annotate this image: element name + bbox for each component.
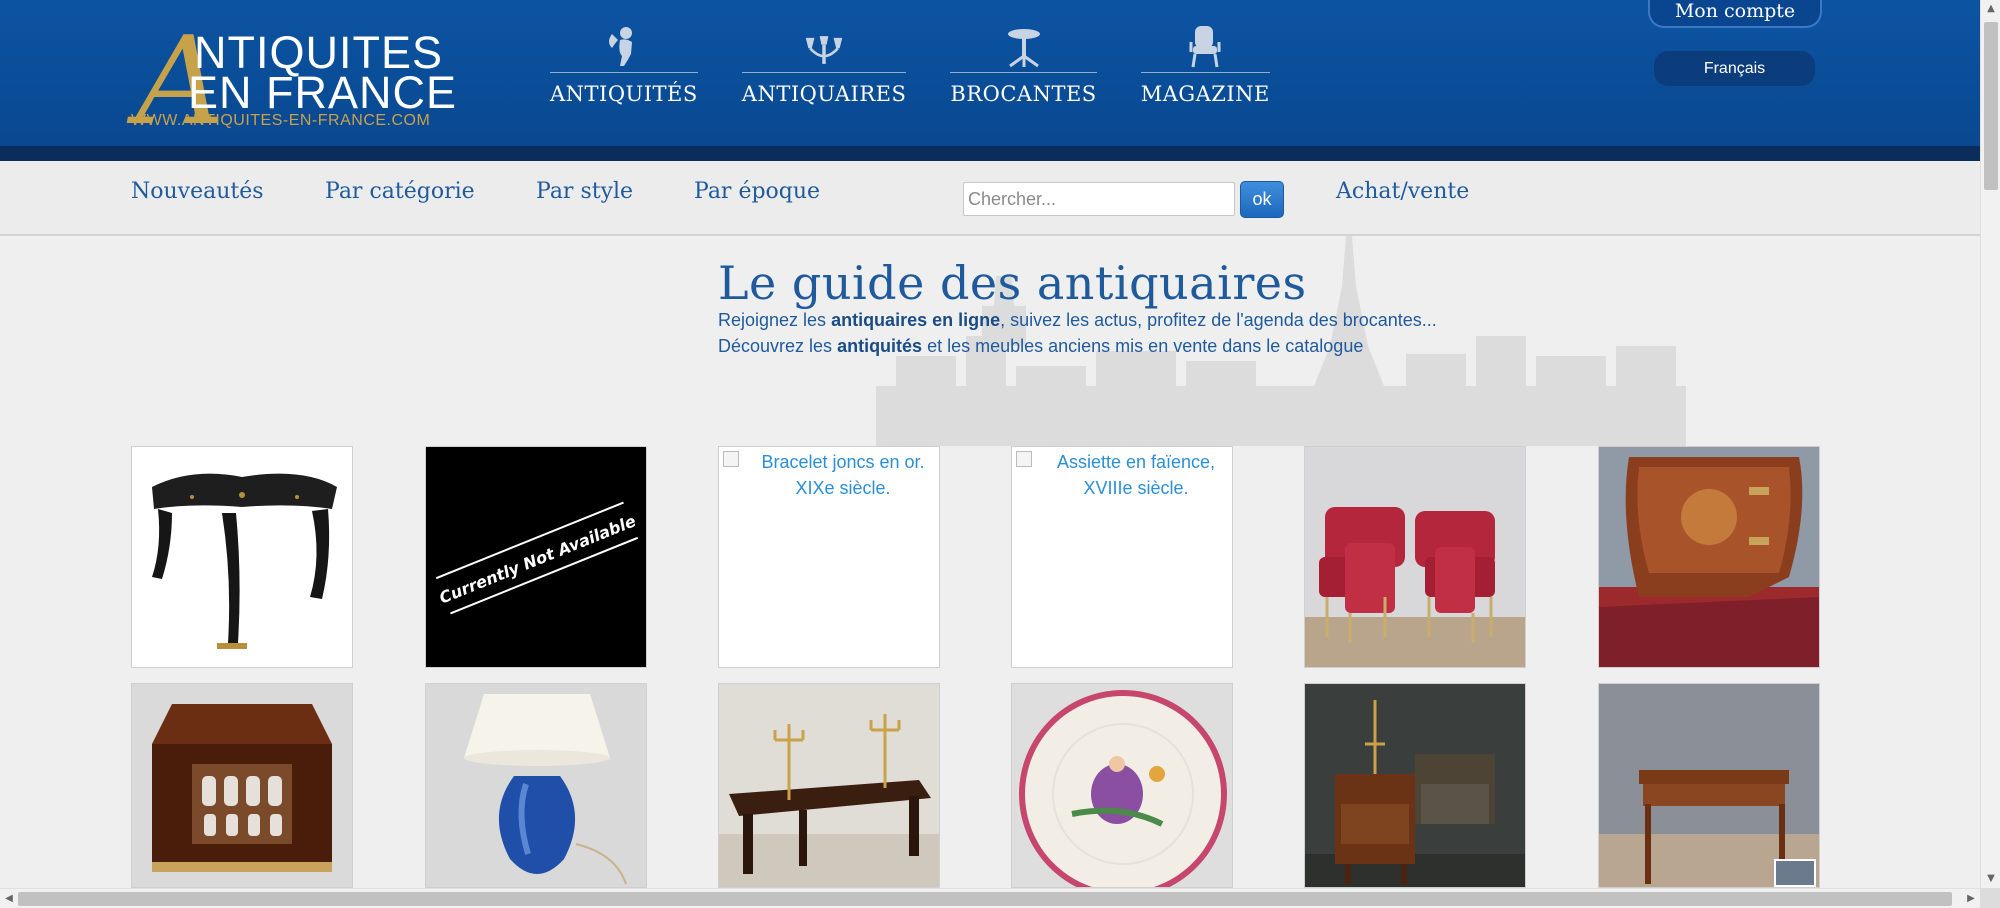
horizontal-scrollbar[interactable]: ◀ ▶ (0, 888, 1980, 908)
catalog-item[interactable] (1598, 683, 1820, 888)
image-alt-text: Bracelet joncs en or. XIXe siècle. (761, 452, 925, 498)
search-button[interactable]: ok (1240, 181, 1284, 218)
language-label: Français (1703, 59, 1766, 77)
marquetry-commode-image (1599, 447, 1819, 667)
subnav-par-style[interactable]: Par style (536, 179, 633, 204)
catalog-item[interactable] (1304, 446, 1526, 668)
scroll-left-icon[interactable]: ◀ (0, 889, 18, 908)
nav-antiquites-label: ANTIQUITÉS (550, 82, 698, 106)
hero-intro-line-2: Découvrez les antiquités et les meubles … (718, 336, 1363, 357)
catalog-item[interactable] (425, 683, 647, 888)
catalog-item[interactable]: Assiette en faïence, XVIIIe siècle. (1011, 446, 1233, 668)
nav-magazine[interactable]: MAGAZINE (1140, 22, 1270, 112)
liquor-cabinet-image (132, 684, 352, 887)
subnav-par-categorie[interactable]: Par catégorie (325, 179, 475, 204)
scroll-right-icon[interactable]: ▶ (1962, 889, 1980, 908)
armchair-icon (1185, 22, 1225, 68)
account-button[interactable]: Mon compte (1648, 0, 1822, 28)
faience-plate-image (1012, 684, 1232, 887)
nav-rule (550, 72, 698, 73)
nav-rule (741, 72, 907, 73)
mahogany-game-table-image (1599, 684, 1819, 887)
vertical-scroll-thumb[interactable] (1984, 22, 1998, 190)
horizontal-scroll-thumb[interactable] (18, 892, 1952, 906)
catalog-item[interactable] (1304, 683, 1526, 888)
blue-lamp-image (426, 684, 646, 887)
nav-brocantes-label: BROCANTES (950, 82, 1097, 106)
site-header: A NTIQUITES EN FRANCE WWW.ANTIQUITES-EN-… (0, 0, 1980, 161)
nav-antiquaires[interactable]: ANTIQUAIRES (741, 22, 907, 112)
logo-line-2: EN FRANCE (188, 67, 458, 118)
sub-navigation: Nouveautés Par catégorie Par style Par é… (0, 161, 1980, 236)
nav-antiquites[interactable]: ANTIQUITÉS (550, 22, 698, 112)
header-stripe (0, 146, 1980, 161)
vanity-desk-image (1305, 684, 1525, 887)
hero-line-2-suffix: et les meubles anciens mis en vente dans… (922, 336, 1364, 356)
nav-magazine-label: MAGAZINE (1140, 82, 1270, 106)
hero-line-2-prefix: Découvrez les (718, 336, 838, 356)
hero-line-2-bold: antiquités (837, 336, 923, 356)
subnav-par-epoque[interactable]: Par époque (694, 179, 820, 204)
farm-table-candelabra-image (719, 684, 939, 887)
main-navigation: ANTIQUITÉS ANTIQUAIRES BROCANTES MAGAZIN… (550, 22, 1270, 112)
site-logo[interactable]: A NTIQUITES EN FRANCE WWW.ANTIQUITES-EN-… (128, 20, 458, 142)
black-boulle-table-image (132, 447, 352, 667)
page-title: Le guide des antiquaires (718, 256, 1307, 310)
catalog-item[interactable]: Currently Not Available (425, 446, 647, 668)
nav-brocantes[interactable]: BROCANTES (950, 22, 1097, 112)
not-available-image: Currently Not Available (426, 447, 646, 667)
nav-rule (1140, 72, 1270, 73)
catalog-item[interactable] (131, 446, 353, 668)
subnav-achat-vente[interactable]: Achat/vente (1336, 179, 1469, 204)
pedestal-table-icon (1004, 22, 1044, 68)
hero-line-1-suffix: , suivez les actus, profitez de l'agenda… (1000, 310, 1437, 330)
vertical-scrollbar[interactable]: ▲ ▼ (1980, 0, 2000, 908)
account-label: Mon compte (1674, 0, 1796, 22)
catalog-item[interactable] (718, 683, 940, 888)
scroll-up-icon[interactable]: ▲ (1981, 0, 2000, 18)
hero-intro-line-1: Rejoignez les antiquaires en ligne, suiv… (718, 310, 1437, 331)
logo-url: WWW.ANTIQUITES-EN-FRANCE.COM (131, 112, 431, 129)
image-alt-text: Assiette en faïence, XVIIIe siècle. (1056, 452, 1216, 498)
catalog-item[interactable] (1011, 683, 1233, 888)
hero-line-1-prefix: Rejoignez les (718, 310, 832, 330)
hero-line-1-bold: antiquaires en ligne (831, 310, 1001, 330)
cherub-icon (604, 22, 644, 68)
catalog-item[interactable]: Bracelet joncs en or. XIXe siècle. (718, 446, 940, 668)
language-selector[interactable]: Français (1654, 51, 1815, 86)
subnav-nouveautes[interactable]: Nouveautés (131, 179, 264, 204)
catalog-item[interactable] (131, 683, 353, 888)
red-salon-set-image (1305, 447, 1525, 667)
scrollbar-corner (1980, 888, 2000, 908)
scroll-down-icon[interactable]: ▼ (1981, 870, 2000, 888)
chandelier-icon (804, 22, 844, 68)
nav-rule (950, 72, 1097, 73)
catalog-item[interactable] (1598, 446, 1820, 668)
nav-antiquaires-label: ANTIQUAIRES (741, 82, 907, 106)
search-input[interactable] (963, 182, 1235, 216)
